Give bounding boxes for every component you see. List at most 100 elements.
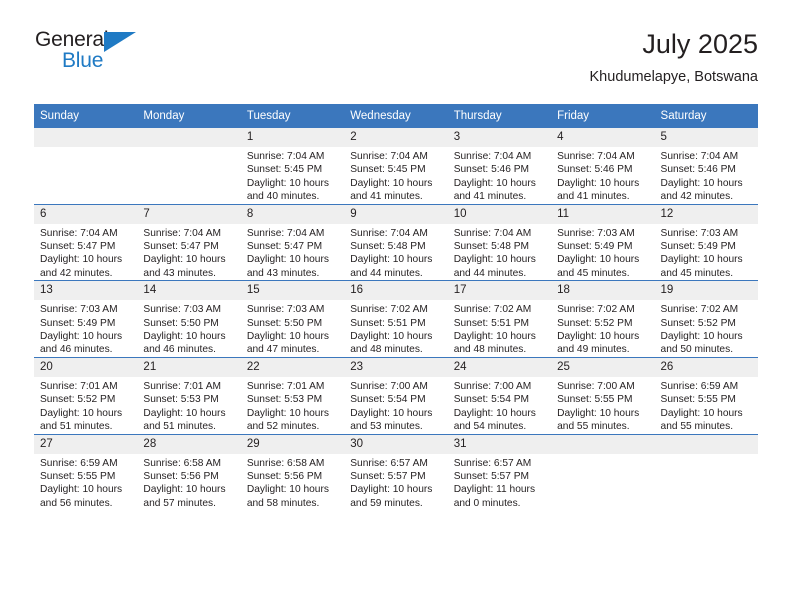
calendar-day-cell[interactable]: 1 Sunrise: 7:04 AM Sunset: 5:45 PM Daylight… <box>240 127 345 205</box>
calendar-day-cell[interactable]: 15 Sunrise: 7:03 AM Sunset: 5:50 PM Dayligh… <box>240 280 345 358</box>
day-details: Sunrise: 7:02 AM Sunset: 5:51 PM Daylight:… <box>448 300 551 357</box>
day-number: 3 <box>447 128 552 147</box>
general-blue-logo[interactable]: General Blue <box>34 28 234 86</box>
day-details: Sunrise: 7:04 AM Sunset: 5:45 PM Daylight:… <box>241 147 344 204</box>
calendar-day-cell[interactable]: 26 Sunrise: 6:59 AM Sunset: 5:55 PM Dayligh… <box>654 356 758 434</box>
daylight-text-line1: Daylight: 10 hours <box>557 331 640 343</box>
day-number: 5 <box>654 128 758 147</box>
sunset-text: Sunset: 5:54 PM <box>453 394 530 406</box>
calendar-day-cell[interactable]: 29 Sunrise: 6:58 AM Sunset: 5:56 PM Dayligh… <box>240 433 345 511</box>
calendar-day-cell[interactable]: 12 Sunrise: 7:03 AM Sunset: 5:49 PM Dayligh… <box>654 203 758 281</box>
daylight-text-line1: Daylight: 10 hours <box>660 177 743 189</box>
sunrise-text: Sunrise: 7:03 AM <box>660 227 739 239</box>
day-number: 10 <box>447 204 552 224</box>
day-number: 21 <box>137 357 241 377</box>
sunrise-text: Sunrise: 7:00 AM <box>557 380 635 392</box>
sunset-text: Sunset: 5:45 PM <box>350 164 426 176</box>
day-number <box>34 128 138 147</box>
calendar-day-cell[interactable]: 17 Sunrise: 7:02 AM Sunset: 5:51 PM Dayligh… <box>447 280 552 358</box>
sunset-text: Sunset: 5:55 PM <box>40 470 116 482</box>
calendar-day-cell[interactable]: 14 Sunrise: 7:03 AM Sunset: 5:50 PM Dayligh… <box>137 280 241 358</box>
sunrise-text: Sunrise: 6:59 AM <box>660 380 739 392</box>
sunrise-text: Sunrise: 7:03 AM <box>246 304 325 316</box>
day-details: Sunrise: 6:59 AM Sunset: 5:55 PM Daylight:… <box>34 454 137 511</box>
calendar-day-cell[interactable]: 8 Sunrise: 7:04 AM Sunset: 5:47 PM Daylight… <box>240 203 345 281</box>
calendar-day-cell[interactable]: 16 Sunrise: 7:02 AM Sunset: 5:51 PM Dayligh… <box>344 280 448 358</box>
day-number: 15 <box>240 281 345 301</box>
calendar-day-cell[interactable]: 6 Sunrise: 7:04 AM Sunset: 5:47 PM Daylight… <box>34 203 138 281</box>
sunrise-text: Sunrise: 7:03 AM <box>557 227 635 239</box>
day-details: Sunrise: 7:02 AM Sunset: 5:52 PM Daylight:… <box>655 300 758 357</box>
daylight-text-line1: Daylight: 10 hours <box>453 254 536 266</box>
calendar-day-cell[interactable]: 21 Sunrise: 7:01 AM Sunset: 5:53 PM Dayligh… <box>137 356 241 434</box>
sunrise-sunset-calendar: Sunday Monday Tuesday Wednesday Thursday… <box>34 104 758 511</box>
sunrise-text: Sunrise: 7:00 AM <box>453 380 532 392</box>
daylight-text-line2: and 55 minutes. <box>557 421 630 433</box>
calendar-day-cell-empty <box>551 433 655 511</box>
calendar-page: General Blue July 2025 Khudumelapye, Bot… <box>0 0 792 612</box>
calendar-day-cell[interactable]: 20 Sunrise: 7:01 AM Sunset: 5:52 PM Dayligh… <box>34 356 138 434</box>
sunset-text: Sunset: 5:47 PM <box>246 241 323 253</box>
daylight-text-line2: and 41 minutes. <box>557 191 630 203</box>
calendar-day-cell[interactable]: 4 Sunrise: 7:04 AM Sunset: 5:46 PM Daylight… <box>551 127 655 205</box>
day-number: 9 <box>344 204 448 224</box>
calendar-day-cell[interactable]: 23 Sunrise: 7:00 AM Sunset: 5:54 PM Dayligh… <box>344 356 448 434</box>
day-number: 7 <box>137 204 241 224</box>
daylight-text-line2: and 43 minutes. <box>143 267 216 279</box>
calendar-day-cell[interactable]: 5 Sunrise: 7:04 AM Sunset: 5:46 PM Daylight… <box>654 127 758 205</box>
day-number: 19 <box>654 281 758 301</box>
daylight-text-line1: Daylight: 10 hours <box>246 407 329 419</box>
calendar-day-cell[interactable]: 7 Sunrise: 7:04 AM Sunset: 5:47 PM Daylight… <box>137 203 241 281</box>
sunrise-text: Sunrise: 7:01 AM <box>40 380 118 392</box>
calendar-day-cell[interactable]: 19 Sunrise: 7:02 AM Sunset: 5:52 PM Dayligh… <box>654 280 758 358</box>
calendar-day-cell[interactable]: 24 Sunrise: 7:00 AM Sunset: 5:54 PM Dayligh… <box>447 356 552 434</box>
calendar-day-cell[interactable]: 25 Sunrise: 7:00 AM Sunset: 5:55 PM Dayligh… <box>551 356 655 434</box>
sunset-text: Sunset: 5:52 PM <box>660 317 736 329</box>
daylight-text-line1: Daylight: 11 hours <box>453 484 536 496</box>
daylight-text-line1: Daylight: 10 hours <box>557 407 640 419</box>
weekday-header-thursday: Thursday <box>447 104 552 128</box>
sunset-text: Sunset: 5:49 PM <box>660 241 736 253</box>
calendar-day-cell[interactable]: 2 Sunrise: 7:04 AM Sunset: 5:45 PM Daylight… <box>344 127 448 205</box>
calendar-day-cell[interactable]: 27 Sunrise: 6:59 AM Sunset: 5:55 PM Dayligh… <box>34 433 138 511</box>
calendar-day-cell[interactable]: 10 Sunrise: 7:04 AM Sunset: 5:48 PM Dayligh… <box>447 203 552 281</box>
daylight-text-line1: Daylight: 10 hours <box>143 331 226 343</box>
calendar-body: 1 Sunrise: 7:04 AM Sunset: 5:45 PM Daylight… <box>34 127 758 511</box>
daylight-text-line1: Daylight: 10 hours <box>660 254 743 266</box>
sunrise-text: Sunrise: 7:00 AM <box>350 380 428 392</box>
day-details: Sunrise: 7:02 AM Sunset: 5:51 PM Daylight:… <box>344 300 447 357</box>
daylight-text-line1: Daylight: 10 hours <box>557 177 640 189</box>
calendar-day-cell[interactable]: 22 Sunrise: 7:01 AM Sunset: 5:53 PM Dayligh… <box>240 356 345 434</box>
daylight-text-line2: and 0 minutes. <box>453 497 521 509</box>
sunset-text: Sunset: 5:57 PM <box>350 470 426 482</box>
page-subtitle: Khudumelapye, Botswana <box>589 69 758 85</box>
daylight-text-line2: and 45 minutes. <box>660 267 734 279</box>
calendar-day-cell[interactable]: 31 Sunrise: 6:57 AM Sunset: 5:57 PM Dayligh… <box>447 433 552 511</box>
day-details: Sunrise: 7:03 AM Sunset: 5:50 PM Daylight:… <box>241 300 344 357</box>
daylight-text-line1: Daylight: 10 hours <box>350 177 433 189</box>
day-details: Sunrise: 7:04 AM Sunset: 5:47 PM Daylight:… <box>137 224 240 281</box>
calendar-day-cell[interactable]: 28 Sunrise: 6:58 AM Sunset: 5:56 PM Dayligh… <box>137 433 241 511</box>
weekday-header-monday: Monday <box>137 104 241 128</box>
calendar-day-cell[interactable]: 3 Sunrise: 7:04 AM Sunset: 5:46 PM Daylight… <box>447 127 552 205</box>
daylight-text-line1: Daylight: 10 hours <box>246 177 329 189</box>
day-number: 27 <box>34 434 138 454</box>
calendar-day-cell[interactable]: 9 Sunrise: 7:04 AM Sunset: 5:48 PM Daylight… <box>344 203 448 281</box>
daylight-text-line1: Daylight: 10 hours <box>143 484 226 496</box>
sunrise-text: Sunrise: 7:04 AM <box>660 151 739 162</box>
day-details: Sunrise: 7:03 AM Sunset: 5:50 PM Daylight:… <box>137 300 240 357</box>
calendar-day-cell[interactable]: 13 Sunrise: 7:03 AM Sunset: 5:49 PM Dayligh… <box>34 280 138 358</box>
sunrise-text: Sunrise: 7:01 AM <box>143 380 222 392</box>
sunset-text: Sunset: 5:56 PM <box>143 470 219 482</box>
daylight-text-line2: and 42 minutes. <box>40 267 113 279</box>
calendar-week-row: 6 Sunrise: 7:04 AM Sunset: 5:47 PM Daylight… <box>34 203 758 281</box>
day-number: 23 <box>344 357 448 377</box>
weekday-header-friday: Friday <box>551 104 655 128</box>
sunset-text: Sunset: 5:53 PM <box>246 394 323 406</box>
calendar-day-cell[interactable]: 11 Sunrise: 7:03 AM Sunset: 5:49 PM Dayligh… <box>551 203 655 281</box>
sunset-text: Sunset: 5:50 PM <box>143 317 219 329</box>
calendar-day-cell[interactable]: 30 Sunrise: 6:57 AM Sunset: 5:57 PM Dayligh… <box>344 433 448 511</box>
day-details: Sunrise: 7:04 AM Sunset: 5:46 PM Daylight:… <box>551 147 654 204</box>
daylight-text-line2: and 53 minutes. <box>350 421 423 433</box>
calendar-day-cell[interactable]: 18 Sunrise: 7:02 AM Sunset: 5:52 PM Dayligh… <box>551 280 655 358</box>
